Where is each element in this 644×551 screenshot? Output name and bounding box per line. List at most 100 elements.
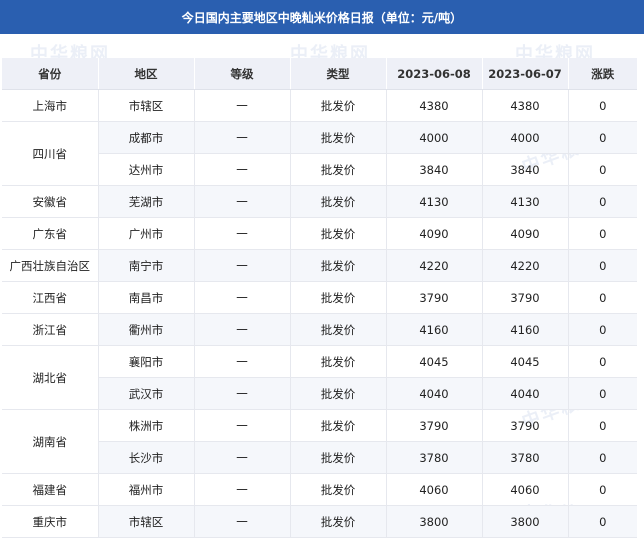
region-cell: 达州市 <box>98 153 195 186</box>
table-row: 达州市一批发价 3840 3840 0 <box>2 153 637 186</box>
table-row: 广东省 广州市一批发价 4090 4090 0 <box>2 217 637 250</box>
region-cell: 市辖区 <box>98 89 195 122</box>
grade-cell: 一 <box>194 89 291 122</box>
table-row: 重庆市 市辖区一批发价 3800 3800 0 <box>2 505 637 538</box>
price-today-cell: 3840 <box>386 153 483 186</box>
grade-cell: 一 <box>194 185 291 218</box>
grade-cell: 一 <box>194 409 291 442</box>
price-yesterday-cell: 4060 <box>482 473 569 506</box>
type-cell: 批发价 <box>290 153 387 186</box>
province-cell: 湖北省 <box>2 345 99 410</box>
table-row: 江西省 南昌市一批发价 3790 3790 0 <box>2 281 637 314</box>
price-yesterday-cell: 3780 <box>482 441 569 474</box>
price-yesterday-cell: 4090 <box>482 217 569 250</box>
change-cell: 0 <box>568 89 637 122</box>
region-cell: 福州市 <box>98 473 195 506</box>
region-cell: 襄阳市 <box>98 345 195 378</box>
column-header: 地区 <box>98 58 195 90</box>
change-cell: 0 <box>568 441 637 474</box>
change-cell: 0 <box>568 345 637 378</box>
province-cell: 安徽省 <box>2 185 99 218</box>
type-cell: 批发价 <box>290 409 387 442</box>
table-row: 湖南省 株洲市一批发价 3790 3790 0 <box>2 409 637 474</box>
region-cell: 衢州市 <box>98 313 195 346</box>
table-row: 四川省 成都市一批发价 4000 4000 0 <box>2 121 637 186</box>
price-today-cell: 4060 <box>386 473 483 506</box>
price-yesterday-cell: 4040 <box>482 377 569 410</box>
region-cell: 株洲市 <box>98 409 195 442</box>
region-cell: 芜湖市 <box>98 185 195 218</box>
grade-cell: 一 <box>194 249 291 282</box>
region-cell: 广州市 <box>98 217 195 250</box>
province-cell: 江西省 <box>2 281 99 314</box>
grade-cell: 一 <box>194 441 291 474</box>
report-title: 今日国内主要地区中晚籼米价格日报（单位：元/吨） <box>0 0 644 34</box>
price-today-cell: 4160 <box>386 313 483 346</box>
province-cell: 浙江省 <box>2 313 99 346</box>
region-cell: 武汉市 <box>98 377 195 410</box>
table-row: 上海市 市辖区一批发价 4380 4380 0 <box>2 89 637 122</box>
column-header: 2023-06-08 <box>386 58 483 90</box>
change-cell: 0 <box>568 281 637 314</box>
price-yesterday-cell: 4000 <box>482 121 569 154</box>
grade-cell: 一 <box>194 505 291 538</box>
price-yesterday-cell: 3840 <box>482 153 569 186</box>
price-yesterday-cell: 3800 <box>482 505 569 538</box>
region-cell: 南宁市 <box>98 249 195 282</box>
change-cell: 0 <box>568 409 637 442</box>
price-today-cell: 3790 <box>386 281 483 314</box>
type-cell: 批发价 <box>290 217 387 250</box>
column-header: 2023-06-07 <box>482 58 569 90</box>
type-cell: 批发价 <box>290 281 387 314</box>
type-cell: 批发价 <box>290 505 387 538</box>
table-row: 安徽省 芜湖市一批发价 4130 4130 0 <box>2 185 637 218</box>
price-yesterday-cell: 4220 <box>482 249 569 282</box>
price-today-cell: 3790 <box>386 409 483 442</box>
grade-cell: 一 <box>194 281 291 314</box>
grade-cell: 一 <box>194 217 291 250</box>
change-cell: 0 <box>568 473 637 506</box>
change-cell: 0 <box>568 249 637 282</box>
price-today-cell: 3780 <box>386 441 483 474</box>
province-cell: 广西壮族自治区 <box>2 249 99 282</box>
type-cell: 批发价 <box>290 377 387 410</box>
price-today-cell: 4000 <box>386 121 483 154</box>
change-cell: 0 <box>568 217 637 250</box>
table-header-row: 省份 地区 等级 类型 2023-06-08 2023-06-07 涨跌 <box>2 58 637 90</box>
price-yesterday-cell: 3790 <box>482 409 569 442</box>
price-today-cell: 4045 <box>386 345 483 378</box>
type-cell: 批发价 <box>290 441 387 474</box>
price-yesterday-cell: 4160 <box>482 313 569 346</box>
table-row: 浙江省 衢州市一批发价 4160 4160 0 <box>2 313 637 346</box>
table-row: 长沙市一批发价 3780 3780 0 <box>2 441 637 474</box>
change-cell: 0 <box>568 185 637 218</box>
grade-cell: 一 <box>194 313 291 346</box>
price-today-cell: 4040 <box>386 377 483 410</box>
change-cell: 0 <box>568 153 637 186</box>
region-cell: 长沙市 <box>98 441 195 474</box>
grade-cell: 一 <box>194 121 291 154</box>
type-cell: 批发价 <box>290 473 387 506</box>
table-body: 上海市 市辖区一批发价 4380 4380 0 四川省 成都市一批发价 4000 4000 0 达州… <box>2 89 637 538</box>
province-cell: 四川省 <box>2 121 99 186</box>
table-row: 湖北省 襄阳市一批发价 4045 4045 0 <box>2 345 637 410</box>
price-yesterday-cell: 4380 <box>482 89 569 122</box>
province-cell: 湖南省 <box>2 409 99 474</box>
price-today-cell: 3800 <box>386 505 483 538</box>
table-row: 武汉市一批发价 4040 4040 0 <box>2 377 637 410</box>
price-today-cell: 4220 <box>386 249 483 282</box>
province-cell: 重庆市 <box>2 505 99 538</box>
change-cell: 0 <box>568 377 637 410</box>
type-cell: 批发价 <box>290 345 387 378</box>
province-cell: 上海市 <box>2 89 99 122</box>
type-cell: 批发价 <box>290 185 387 218</box>
region-cell: 南昌市 <box>98 281 195 314</box>
region-cell: 成都市 <box>98 121 195 154</box>
table-row: 广西壮族自治区 南宁市一批发价 4220 4220 0 <box>2 249 637 282</box>
grade-cell: 一 <box>194 377 291 410</box>
price-yesterday-cell: 4045 <box>482 345 569 378</box>
price-today-cell: 4380 <box>386 89 483 122</box>
price-today-cell: 4130 <box>386 185 483 218</box>
province-cell: 广东省 <box>2 217 99 250</box>
change-cell: 0 <box>568 121 637 154</box>
